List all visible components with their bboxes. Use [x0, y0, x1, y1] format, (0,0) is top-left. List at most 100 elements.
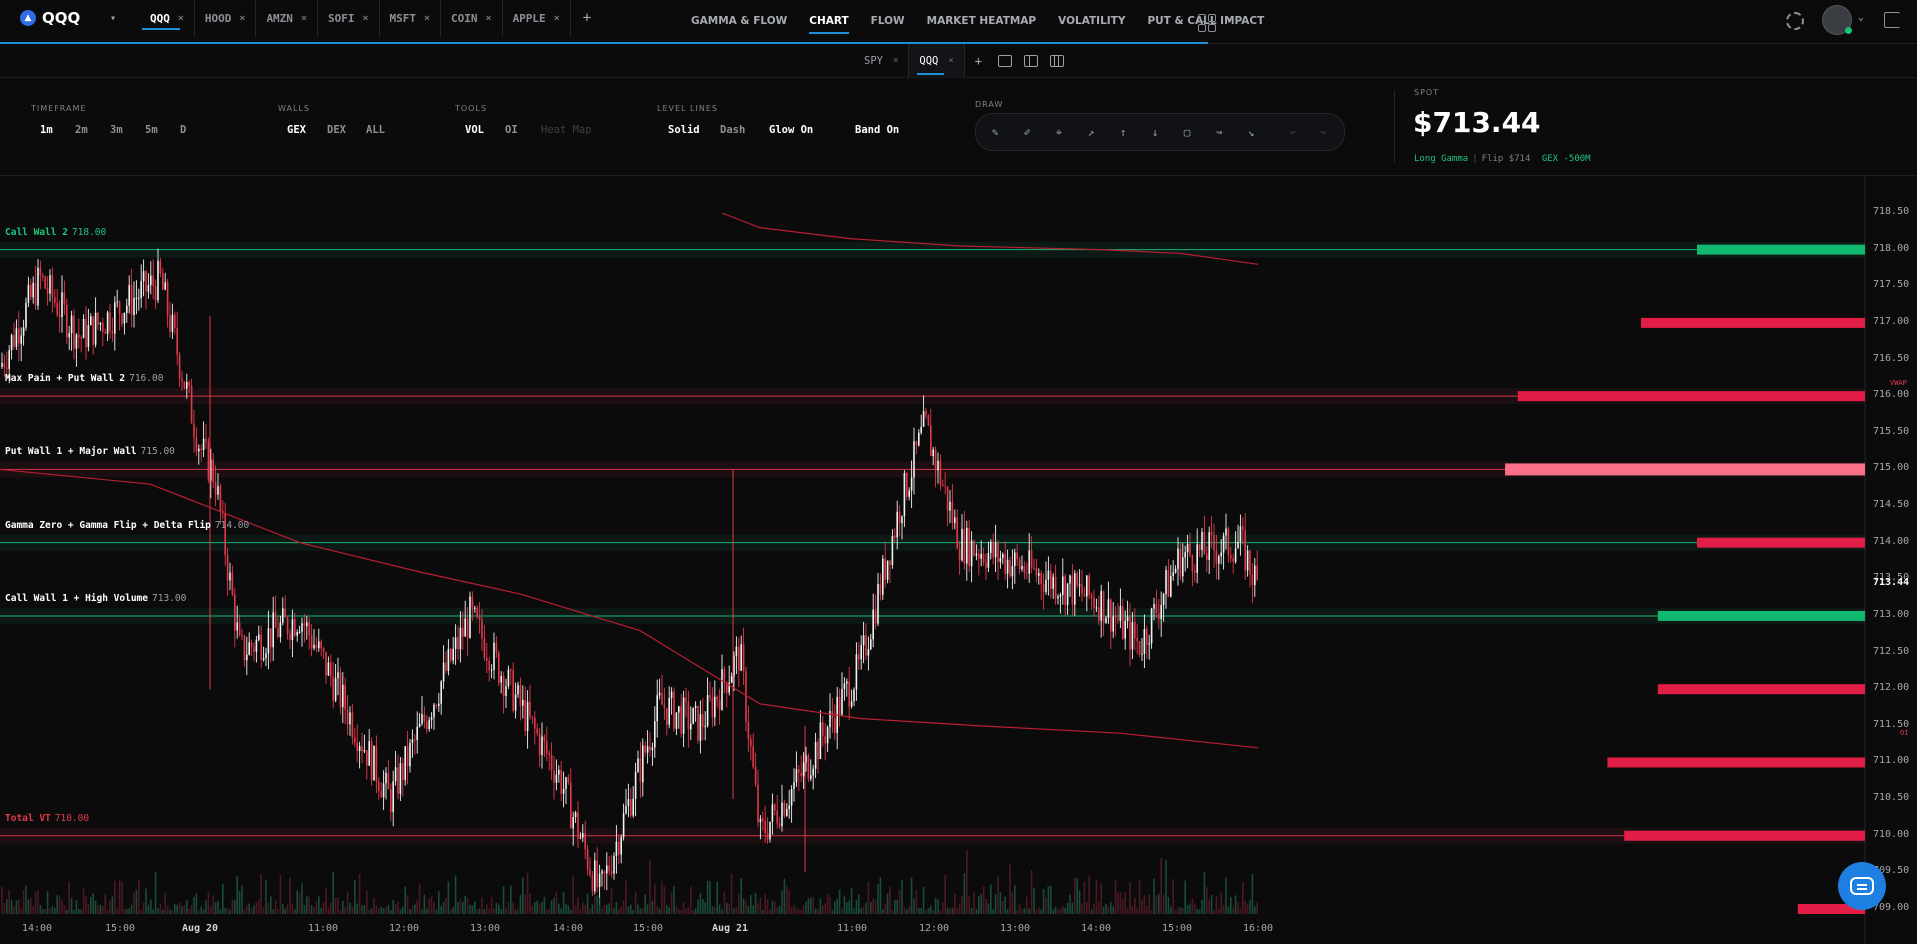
- candle-body: [1119, 606, 1122, 621]
- close-icon[interactable]: ×: [893, 56, 898, 66]
- timeframe-option-3m[interactable]: 3m: [110, 124, 123, 136]
- nav-chart[interactable]: CHART: [798, 0, 859, 42]
- candle-body: [66, 304, 68, 338]
- add-subtab-button[interactable]: +: [965, 54, 992, 68]
- nav-gamma-flow[interactable]: GAMMA & FLOW: [680, 0, 798, 42]
- volume-bar: [397, 901, 399, 914]
- candle-body: [1076, 573, 1078, 586]
- candle-body: [1098, 607, 1100, 621]
- app-logo[interactable]: ▲ QQQ: [20, 9, 80, 27]
- chart-canvas[interactable]: [0, 176, 1917, 944]
- close-icon[interactable]: ×: [948, 56, 953, 66]
- volume-bar: [836, 898, 838, 914]
- close-icon[interactable]: ×: [486, 13, 492, 24]
- pencil-icon[interactable]: ✎: [988, 126, 1002, 140]
- volume-bar: [898, 889, 901, 914]
- volume-bar: [385, 906, 387, 914]
- avatar[interactable]: [1822, 5, 1852, 35]
- walls-option-gex[interactable]: GEX: [287, 124, 306, 136]
- candle-body: [963, 528, 966, 564]
- tools-option-heat-map[interactable]: Heat Map: [541, 124, 592, 136]
- tab-amzn[interactable]: AMZN ×: [256, 0, 318, 36]
- account-chevron-down-icon[interactable]: ⌄: [1858, 12, 1864, 23]
- pin-icon[interactable]: ⌖: [1052, 126, 1066, 140]
- subtab-qqq[interactable]: QQQ ×: [909, 44, 965, 78]
- single-layout-icon[interactable]: [998, 55, 1013, 67]
- volume-bar: [399, 909, 402, 914]
- nav-volatility[interactable]: VOLATILITY: [1047, 0, 1136, 42]
- ticker-dropdown-icon[interactable]: ▾: [110, 13, 116, 24]
- volume-bar: [870, 902, 872, 914]
- close-icon[interactable]: ×: [178, 13, 184, 24]
- candle-body: [723, 669, 726, 683]
- close-icon[interactable]: ×: [301, 13, 307, 24]
- candle-body: [958, 548, 961, 561]
- split-layout-icon[interactable]: [1024, 55, 1039, 67]
- gear-icon[interactable]: [1786, 12, 1804, 30]
- tools-option-vol[interactable]: VOL: [465, 124, 484, 136]
- volume-bar: [152, 909, 154, 914]
- candle-body: [392, 781, 394, 813]
- timeframe-option-d[interactable]: D: [180, 124, 186, 136]
- app-window: { "app":{"logo_text":"QQQ"}, "tabs":[ {"…: [0, 0, 1917, 944]
- candle-body: [774, 804, 776, 811]
- undo-icon[interactable]: ↶: [1286, 126, 1300, 140]
- highlighter-icon[interactable]: ✐: [1020, 126, 1034, 140]
- trend-down-icon[interactable]: ↘: [1244, 126, 1258, 140]
- tab-hood[interactable]: HOOD ×: [195, 0, 257, 36]
- candle-body: [570, 782, 572, 829]
- candle-body: [886, 560, 889, 580]
- arrow-down-icon[interactable]: ↓: [1148, 126, 1162, 140]
- arrow-diagonal-icon[interactable]: ↗: [1084, 126, 1098, 140]
- logout-icon[interactable]: [1884, 12, 1900, 28]
- level-lines-option-band-on[interactable]: Band On: [855, 124, 899, 136]
- volume-bar: [32, 905, 34, 914]
- timeframe-option-2m[interactable]: 2m: [75, 124, 88, 136]
- walls-option-dex[interactable]: DEX: [327, 124, 346, 136]
- volume-bar: [922, 886, 925, 914]
- candle-body: [992, 541, 994, 558]
- timeframe-option-5m[interactable]: 5m: [145, 124, 158, 136]
- tab-msft[interactable]: MSFT ×: [380, 0, 442, 36]
- level-label: Gamma Zero + Gamma Flip + Delta Flip 714.…: [5, 520, 249, 531]
- close-icon[interactable]: ×: [362, 13, 368, 24]
- candle-body: [558, 770, 560, 775]
- rectangle-icon[interactable]: ▢: [1180, 126, 1194, 140]
- nav-market-heatmap[interactable]: MARKET HEATMAP: [916, 0, 1048, 42]
- walls-option-all[interactable]: ALL: [366, 124, 385, 136]
- add-tab-button[interactable]: +: [571, 0, 603, 36]
- apps-grid-icon[interactable]: [1198, 14, 1216, 32]
- candle-body: [538, 733, 541, 756]
- redo-icon[interactable]: ↷: [1316, 126, 1330, 140]
- trend-up-icon[interactable]: ↝: [1212, 126, 1226, 140]
- volume-bar: [567, 905, 570, 914]
- close-icon[interactable]: ×: [554, 13, 560, 24]
- nav-flow[interactable]: FLOW: [860, 0, 916, 42]
- volume-bar: [493, 908, 495, 914]
- candle-body: [214, 482, 217, 495]
- close-icon[interactable]: ×: [239, 13, 245, 24]
- candle-body: [598, 873, 601, 888]
- volume-bar: [406, 894, 409, 914]
- candle-body: [20, 335, 22, 344]
- tab-qqq[interactable]: QQQ ×: [140, 0, 195, 36]
- level-lines-option-glow-on[interactable]: Glow On: [769, 124, 813, 136]
- tools-option-oi[interactable]: OI: [505, 124, 518, 136]
- level-lines-option-solid[interactable]: Solid: [668, 124, 700, 136]
- tab-apple[interactable]: APPLE ×: [503, 0, 571, 36]
- candle-body: [841, 689, 843, 715]
- close-icon[interactable]: ×: [424, 13, 430, 24]
- timeframe-option-1m[interactable]: 1m: [40, 124, 53, 136]
- chat-button[interactable]: [1838, 862, 1886, 910]
- volume-bar: [1098, 902, 1100, 914]
- arrow-up-icon[interactable]: ↑: [1116, 126, 1130, 140]
- volume-bar: [913, 898, 915, 914]
- tab-coin[interactable]: COIN ×: [441, 0, 503, 36]
- price-chart[interactable]: Call Wall 2 718.00 Max Pain + Put Wall 2 71…: [0, 176, 1917, 944]
- triple-layout-icon[interactable]: [1050, 55, 1065, 67]
- tab-sofi[interactable]: SOFI ×: [318, 0, 380, 36]
- candle-body: [627, 799, 630, 807]
- level-lines-option-dash[interactable]: Dash: [720, 124, 745, 136]
- nav-next-chevron-icon[interactable]: ›: [1226, 13, 1233, 27]
- subtab-spy[interactable]: SPY ×: [854, 44, 910, 78]
